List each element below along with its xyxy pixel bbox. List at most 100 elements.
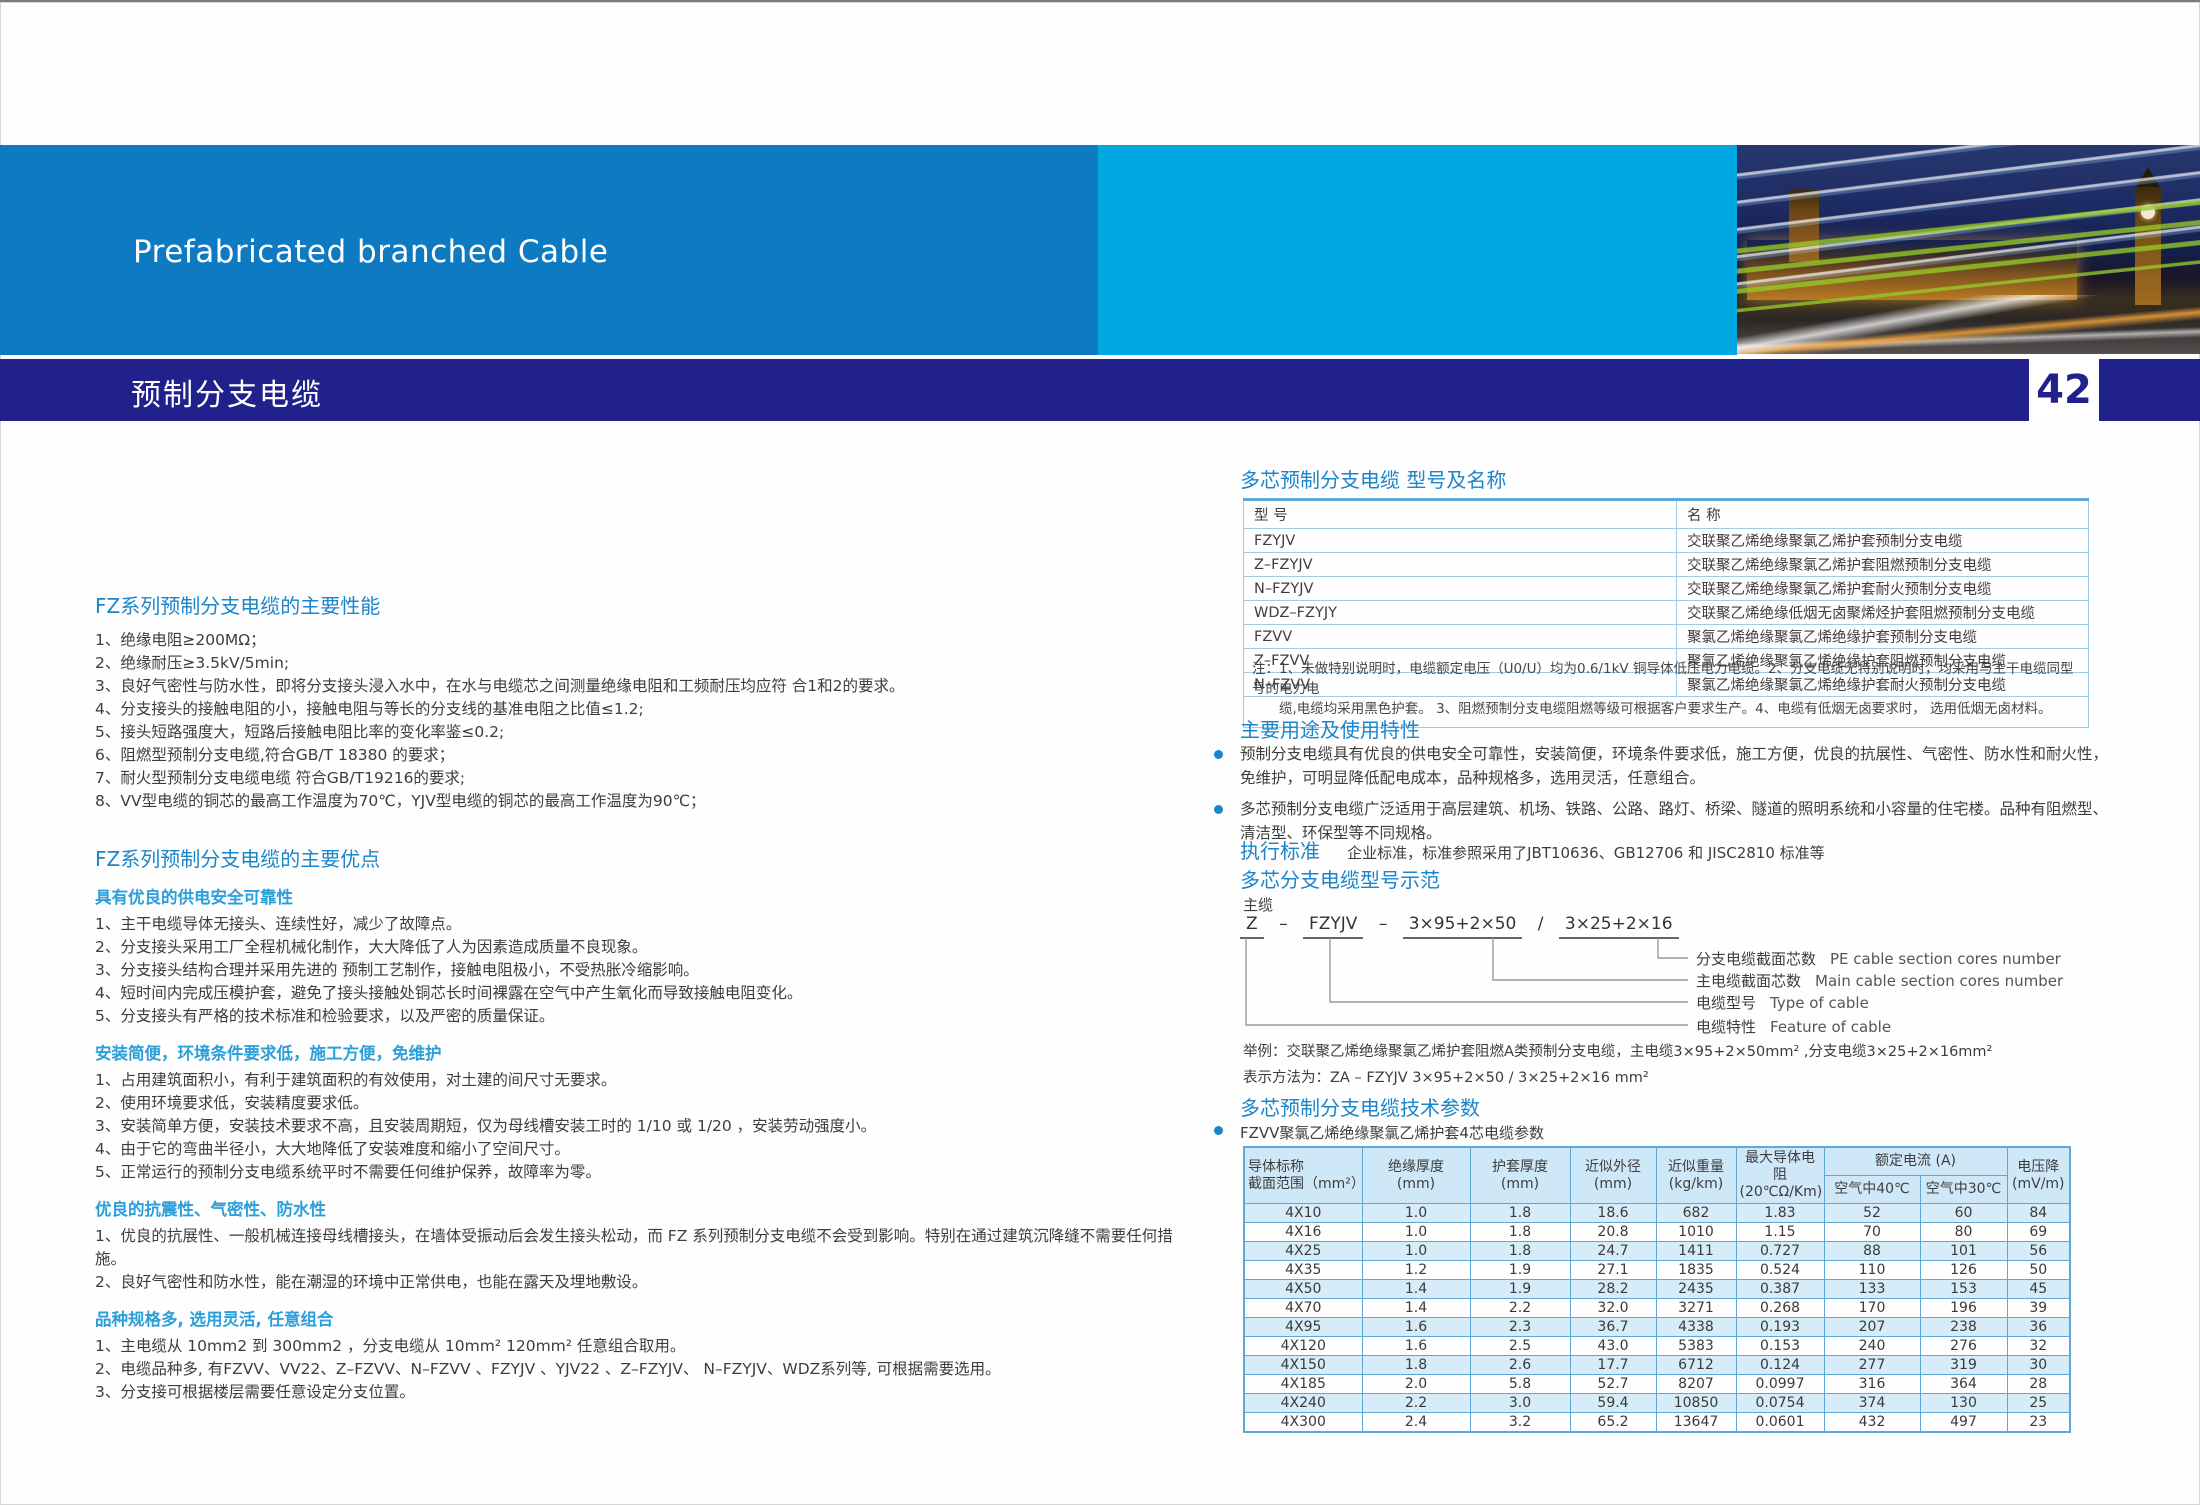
list-item: 1、占用建筑面积小，有利于建筑面积的有效使用，对土建的间尺寸无要求。 xyxy=(95,1069,1185,1092)
label-en: PE cable section cores number xyxy=(1830,950,2061,968)
name-cell: 交联聚乙烯绝缘低烟无卤聚烯烃护套阻燃预制分支电缆 xyxy=(1677,601,2089,625)
list-item: 5、分支接头有严格的技术标准和检验要求，以及严密的质量保证。 xyxy=(95,1005,1185,1028)
table-cell: 52 xyxy=(1824,1204,1920,1223)
usage-bullet: 预制分支电缆具有优良的供电安全可靠性，安装简便，环境条件要求低，施工方便，优良的… xyxy=(1240,742,2108,790)
table-cell: 133 xyxy=(1824,1280,1920,1299)
table-cell: 0.0997 xyxy=(1736,1375,1824,1394)
header-line1: 近似重量 xyxy=(1660,1159,1733,1176)
table-cell: 4X95 xyxy=(1244,1318,1362,1337)
table-cell: 4X50 xyxy=(1244,1280,1362,1299)
column-header-model: 型 号 xyxy=(1244,500,1677,529)
tech-table-subtitle-line: FZVV聚氯乙烯绝缘聚氯乙烯护套4芯电缆参数 xyxy=(1240,1122,1544,1143)
header-line1: 近似外径 xyxy=(1574,1159,1653,1176)
list-item: 3、分支接可根据楼层需要任意设定分支位置。 xyxy=(95,1381,1185,1404)
table-cell: 319 xyxy=(1920,1356,2007,1375)
table-cell: 5.8 xyxy=(1470,1375,1570,1394)
table-cell: 1.4 xyxy=(1362,1280,1470,1299)
header-line2: (20℃Ω/Km) xyxy=(1740,1184,1821,1201)
table-row: 4X1201.62.543.053830.15324027632 xyxy=(1244,1337,2070,1356)
table-cell: 0.387 xyxy=(1736,1280,1824,1299)
table-cell: 0.268 xyxy=(1736,1299,1824,1318)
header-line1: 最大导体电阻 xyxy=(1740,1150,1821,1184)
table-cell: 153 xyxy=(1920,1280,2007,1299)
model-cell: WDZ–FZYJY xyxy=(1244,601,1677,625)
list-item: 7、耐火型预制分支电缆电缆 符合GB/T19216的要求; xyxy=(95,767,1185,790)
list-item: 2、良好气密性和防水性，能在潮湿的环境中正常供电，也能在露天及埋地敷设。 xyxy=(95,1271,1185,1294)
table-cell: 1411 xyxy=(1656,1242,1736,1261)
table-cell: 4X10 xyxy=(1244,1204,1362,1223)
tech-table-title: 多芯预制分支电缆技术参数 xyxy=(1240,1092,1480,1121)
separator: – xyxy=(1279,914,1288,934)
table-cell: 18.6 xyxy=(1570,1204,1656,1223)
name-cell: 聚氯乙烯绝缘聚氯乙烯绝缘护套预制分支电缆 xyxy=(1677,625,2089,649)
table-row: 4X1501.82.617.767120.12427731930 xyxy=(1244,1356,2070,1375)
table-cell: 2435 xyxy=(1656,1280,1736,1299)
list-item: 3、分支接头结构合理并采用先进的 预制工艺制作，接触电阻极小，不受热胀冷缩影响。 xyxy=(95,959,1185,982)
main-cable-label: 主缆 xyxy=(1243,894,1273,915)
table-cell: 1835 xyxy=(1656,1261,1736,1280)
table-cell: 196 xyxy=(1920,1299,2007,1318)
table-cell: 1.15 xyxy=(1736,1223,1824,1242)
list-item: 4、分支接头的接触电阻的小，接触电阻与等长的分支线的基准电阻之比值≤1.2; xyxy=(95,698,1185,721)
list-item: 4、由于它的弯曲半径小，大大地降低了安装难度和缩小了空间尺寸。 xyxy=(95,1138,1185,1161)
table-cell: 364 xyxy=(1920,1375,2007,1394)
table-cell: 45 xyxy=(2007,1280,2070,1299)
table-cell: 32.0 xyxy=(1570,1299,1656,1318)
table-cell: 2.6 xyxy=(1470,1356,1570,1375)
list-item: 1、优良的抗展性、一般机械连接母线槽接头，在墙体受振动后会发生接头松动，而 FZ… xyxy=(95,1225,1185,1271)
table-row: FZYJV交联聚乙烯绝缘聚氯乙烯护套预制分支电缆 xyxy=(1244,529,2089,553)
table-cell: 25 xyxy=(2007,1394,2070,1413)
list-item: 4、短时间内完成压模护套，避免了接头接触处铜芯长时间裸露在空气中产生氧化而导致接… xyxy=(95,982,1185,1005)
table-cell: 101 xyxy=(1920,1242,2007,1261)
list-item: 2、绝缘耐压≥3.5kV/5min; xyxy=(95,652,1185,675)
table-cell: 60 xyxy=(1920,1204,2007,1223)
designation-label: 主电缆截面芯数Main cable section cores number xyxy=(1696,970,2063,991)
table-cell: 2.5 xyxy=(1470,1337,1570,1356)
model-cell: FZYJV xyxy=(1244,529,1677,553)
column-header-rated-current: 额定电流 (A) xyxy=(1824,1147,2007,1176)
usage-title: 主要用途及使用特性 xyxy=(1240,714,1420,743)
page-title-english: Prefabricated branched Cable xyxy=(133,234,608,270)
header-line2: 截面范围（mm²） xyxy=(1248,1176,1359,1193)
table-cell: 0.124 xyxy=(1736,1356,1824,1375)
header-line1: 电压降 xyxy=(2011,1159,2067,1176)
table-cell: 0.0601 xyxy=(1736,1413,1824,1433)
table-cell: 52.7 xyxy=(1570,1375,1656,1394)
table-cell: 36 xyxy=(2007,1318,2070,1337)
table-cell: 65.2 xyxy=(1570,1413,1656,1433)
road-light-trails xyxy=(1737,295,2200,354)
list-item: 5、接头短路强度大，短路后接触电阻比率的变化率鉴≤0.2; xyxy=(95,721,1185,744)
table-cell: 1.8 xyxy=(1362,1356,1470,1375)
name-cell: 交联聚乙烯绝缘聚氯乙烯护套耐火预制分支电缆 xyxy=(1677,577,2089,601)
table-header-row: 型 号 名 称 xyxy=(1244,500,2089,529)
table-cell: 2.4 xyxy=(1362,1413,1470,1433)
subsection-heading: 品种规格多, 选用灵活, 任意组合 xyxy=(95,1306,1185,1330)
table-row: 4X351.21.927.118350.52411012650 xyxy=(1244,1261,2070,1280)
header-line1: 导体标称 xyxy=(1248,1159,1359,1176)
table-cell: 2.0 xyxy=(1362,1375,1470,1394)
table-cell: 497 xyxy=(1920,1413,2007,1433)
table-cell: 2.2 xyxy=(1362,1394,1470,1413)
table-cell: 170 xyxy=(1824,1299,1920,1318)
table-cell: 0.524 xyxy=(1736,1261,1824,1280)
catalog-page: Prefabricated branched Cable 预制分支电缆 42 F… xyxy=(0,0,2200,1505)
standard-text: 企业标准，标准参照采用了JBT10636、GB12706 和 JISC2810 … xyxy=(1347,844,1825,862)
table-cell: 8207 xyxy=(1656,1375,1736,1394)
table-cell: 0.153 xyxy=(1736,1337,1824,1356)
table-cell: 240 xyxy=(1824,1337,1920,1356)
table-row: 4X161.01.820.810101.15708069 xyxy=(1244,1223,2070,1242)
list-item: 1、主干电缆导体无接头、连续性好，减少了故障点。 xyxy=(95,913,1185,936)
table-cell: 432 xyxy=(1824,1413,1920,1433)
label-zh: 主电缆截面芯数 xyxy=(1696,972,1801,990)
table-cell: 374 xyxy=(1824,1394,1920,1413)
name-cell: 交联聚乙烯绝缘聚氯乙烯护套预制分支电缆 xyxy=(1677,529,2089,553)
list-item: 5、正常运行的预制分支电缆系统平时不需要任何维护保养，故障率为零。 xyxy=(95,1161,1185,1184)
table-row: Z–FZYJV交联聚乙烯绝缘聚氯乙烯护套阻燃预制分支电缆 xyxy=(1244,553,2089,577)
designation-notation: 表示方法为：ZA – FZYJV 3×95+2×50 / 3×25+2×16 m… xyxy=(1243,1066,1649,1087)
table-cell: 4X25 xyxy=(1244,1242,1362,1261)
table-cell: 30 xyxy=(2007,1356,2070,1375)
section-heading: FZ系列预制分支电缆的主要优点 xyxy=(95,843,1185,872)
header-photo xyxy=(1737,145,2200,354)
table-cell: 32 xyxy=(2007,1337,2070,1356)
list-item: 1、绝缘电阻≥200MΩ； xyxy=(95,629,1185,652)
